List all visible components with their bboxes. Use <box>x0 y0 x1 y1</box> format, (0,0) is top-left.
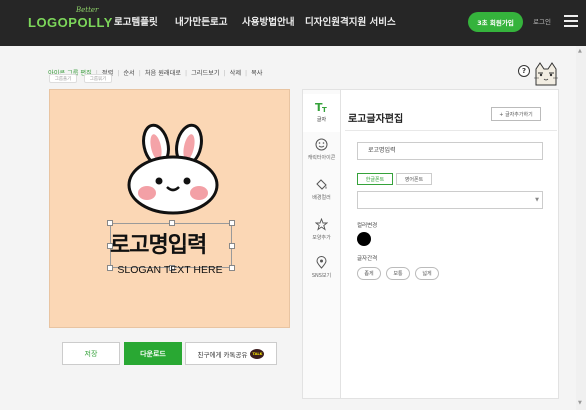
download-button[interactable]: 다운로드 <box>124 342 182 365</box>
sidebar-label-bg-color: 배경컬러 <box>312 195 331 201</box>
panel-sidebar: T T 글자 캐릭터아이콘 배경컬러 모양추가 SNS보기 <box>303 90 341 398</box>
tab-english-font[interactable]: 영어폰트 <box>396 173 432 185</box>
toolbar-order[interactable]: 순서 <box>123 70 134 77</box>
paint-bucket-icon <box>316 179 327 190</box>
group-button[interactable]: 그룹묶기 <box>84 74 112 83</box>
tab-korean-font[interactable]: 한글폰트 <box>357 173 393 185</box>
sidebar-label-sns: SNS보기 <box>311 273 332 279</box>
logo-text-input[interactable]: 로고명입력 <box>357 142 543 160</box>
sidebar-label-text: 글자 <box>316 117 327 123</box>
toolbar-delete[interactable]: 삭제 <box>230 70 241 77</box>
scroll-up-icon[interactable]: ▲ <box>578 48 582 54</box>
sidebar-item-text[interactable]: T T 글자 <box>303 94 340 132</box>
spacing-label: 글자간격 <box>357 256 378 262</box>
toolbar-grid[interactable]: 그리드보기 <box>191 70 219 77</box>
scroll-down-icon[interactable]: ▼ <box>578 400 582 406</box>
kakao-share-button[interactable]: 친구에게 카톡공유 TALK <box>185 342 277 365</box>
color-label: 컬러변경 <box>357 223 378 229</box>
add-text-button[interactable]: + 글자추가하기 <box>491 107 541 121</box>
save-button[interactable]: 저장 <box>62 342 120 365</box>
nav-item-my-logos[interactable]: 내가만든로고 <box>175 14 227 28</box>
toolbar-reset[interactable]: 처음 원래대로 <box>145 70 181 77</box>
brand-logo[interactable]: Better LOGOPOLLY <box>28 6 112 38</box>
font-select[interactable]: ▼ <box>357 191 543 209</box>
spacing-normal-button[interactable]: 보통 <box>386 267 410 280</box>
logo-canvas[interactable]: 로고명입력 SLOGAN TEXT HERE <box>49 89 290 328</box>
edit-panel: T T 글자 캐릭터아이콘 배경컬러 모양추가 SNS보기 로고글자편집 + 글… <box>302 89 559 399</box>
smiley-icon <box>315 138 328 151</box>
share-label: 친구에게 카톡공유 <box>197 350 248 359</box>
resize-handle-right[interactable] <box>229 243 235 249</box>
color-swatch[interactable] <box>357 232 371 246</box>
sidebar-label-character: 캐릭터아이콘 <box>307 155 336 161</box>
page-scrollbar[interactable]: ▲ ▼ <box>576 46 586 410</box>
nav-item-remote-support[interactable]: 디자인원격지원 서비스 <box>305 14 396 28</box>
top-navigation-bar: Better LOGOPOLLY 로고템플릿 내가만든로고 사용방법안내 디자인… <box>0 0 586 46</box>
editor-toolbar: 아이콘 그룹 편집|정렬|순서|처음 원래대로|그리드보기|삭제|복사 <box>48 60 263 77</box>
sidebar-item-sns[interactable]: SNS보기 <box>303 250 340 288</box>
chevron-down-icon: ▼ <box>535 197 539 203</box>
slogan-text[interactable]: SLOGAN TEXT HERE <box>50 264 290 276</box>
logo-name-text[interactable]: 로고명입력 <box>110 227 207 259</box>
login-link[interactable]: 로그인 <box>533 16 551 26</box>
resize-handle-tr[interactable] <box>229 220 235 226</box>
signup-button[interactable]: 3초 회원가입 <box>468 12 523 32</box>
panel-divider <box>345 130 557 131</box>
sidebar-label-shape: 모양추가 <box>312 235 331 241</box>
nav-item-how-to[interactable]: 사용방법안내 <box>242 14 294 28</box>
nav-item-templates[interactable]: 로고템플릿 <box>114 14 158 28</box>
resize-handle-tl[interactable] <box>107 220 113 226</box>
brand-name: LOGOPOLLY <box>28 15 113 30</box>
sidebar-item-shape[interactable]: 모양추가 <box>303 212 340 250</box>
sidebar-item-bg-color[interactable]: 배경컬러 <box>303 172 340 210</box>
svg-text:T: T <box>322 106 327 113</box>
kakao-talk-icon: TALK <box>250 348 265 359</box>
help-icon[interactable]: ? <box>518 65 530 77</box>
cat-mascot-icon <box>534 62 558 86</box>
toolbar-copy[interactable]: 복사 <box>251 70 262 77</box>
ungroup-button[interactable]: 그룹풀기 <box>49 74 77 83</box>
bunny-character-icon[interactable] <box>123 123 223 215</box>
spacing-wide-button[interactable]: 넓게 <box>415 267 439 280</box>
brand-tagline: Better <box>76 6 99 14</box>
location-pin-icon <box>316 256 327 269</box>
text-icon: T T <box>315 101 327 113</box>
sidebar-item-character[interactable]: 캐릭터아이콘 <box>303 132 340 170</box>
star-icon <box>315 218 328 231</box>
panel-title: 로고글자편집 <box>348 114 404 125</box>
resize-handle-top[interactable] <box>169 220 175 226</box>
spacing-narrow-button[interactable]: 좁게 <box>357 267 381 280</box>
hamburger-menu-icon[interactable] <box>564 15 578 28</box>
